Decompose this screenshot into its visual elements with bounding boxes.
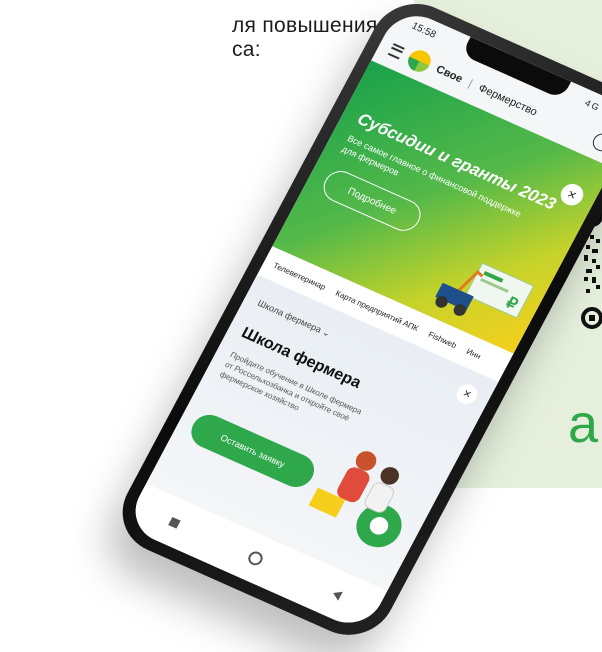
poster-line-2: са:: [232, 38, 261, 61]
menu-icon[interactable]: [387, 42, 406, 60]
brand-name: Свое: [433, 63, 465, 86]
square-icon[interactable]: [168, 516, 181, 529]
tab-more[interactable]: Инн: [465, 347, 483, 361]
close-icon[interactable]: ✕: [453, 381, 481, 408]
back-icon[interactable]: [330, 588, 343, 601]
poster-green-letter: а: [568, 394, 599, 454]
tab-fishweb[interactable]: Fishweb: [427, 330, 458, 350]
close-icon[interactable]: ✕: [556, 180, 588, 209]
header-separator: |: [466, 77, 475, 90]
user-icon[interactable]: [589, 130, 602, 155]
poster-text: ля повышения са:: [232, 14, 378, 62]
home-circle-icon[interactable]: [246, 549, 266, 568]
poster-line-1: ля повышения: [232, 14, 378, 37]
logo-icon[interactable]: [404, 46, 435, 76]
status-time: 15:58: [409, 20, 438, 41]
phone-screen: 15:58 4G ▮▮ Свое | Фермерство ✕ Субсидии…: [123, 5, 602, 634]
apply-button[interactable]: Оставить заявку: [185, 409, 321, 493]
smartphone-mockup: 15:58 4G ▮▮ Свое | Фермерство ✕ Субсидии…: [106, 0, 602, 649]
